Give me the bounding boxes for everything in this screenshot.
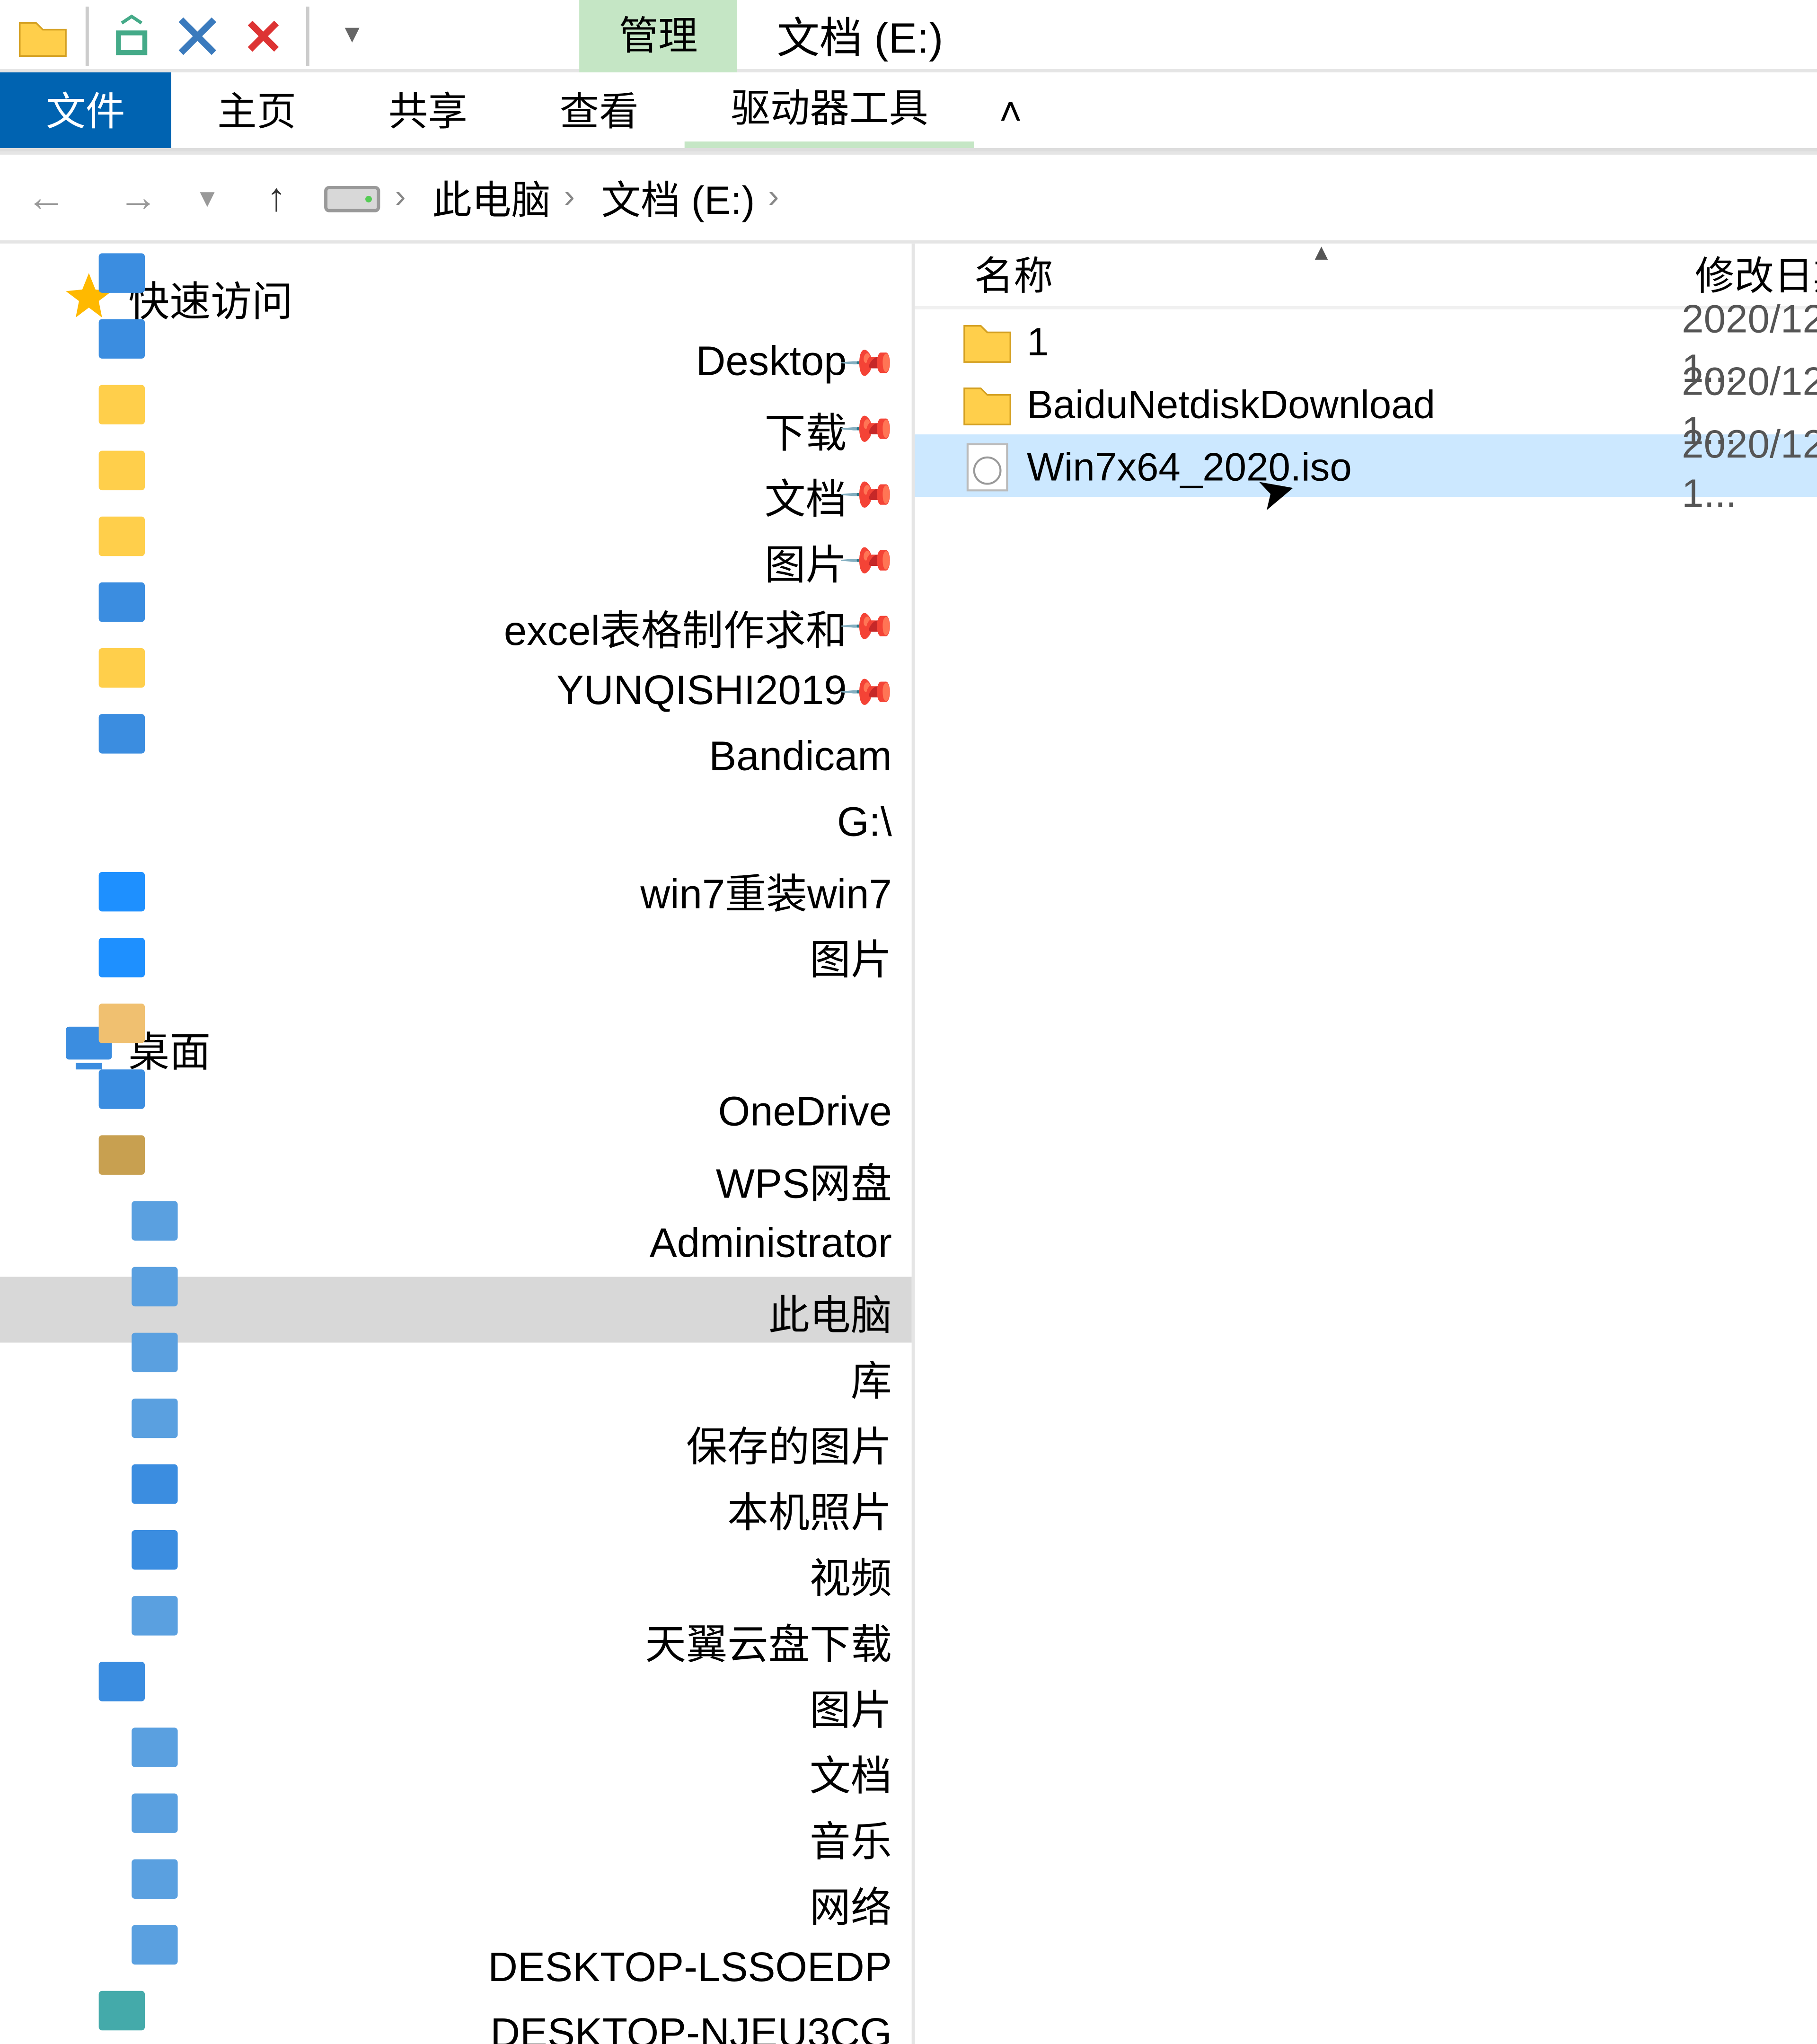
title-bar: ▾ 管理 文档 (E:) — ▢ ✕ [0,0,1817,72]
drive-icon [323,171,382,224]
app-icon [13,5,72,64]
navigation-pane[interactable]: 快速访问 Desktop📌下载📌文档📌图片📌excel表格制作求和📌YUNQIS… [0,244,915,2044]
tab-view[interactable]: 查看 [513,72,685,148]
crumb-drive[interactable]: 文档 (E:) [582,155,768,240]
address-bar: ← → ▾ ↑ › 此电脑 › 文档 (E:) › ˅ ↻ 搜索"文档 (E:)… [0,151,1817,244]
pin-icon: 📌 [838,331,900,393]
tab-file[interactable]: 文件 [0,72,171,148]
breadcrumb[interactable]: › 此电脑 › 文档 (E:) › [323,155,1817,240]
qat-properties-icon[interactable] [102,5,161,64]
history-dropdown[interactable]: ▾ [184,153,230,242]
folder-icon [961,314,1014,367]
col-date[interactable]: 修改日期 [1682,244,1817,306]
chevron-right-icon[interactable]: › [768,179,785,216]
collapse-ribbon-icon[interactable]: ˄ [974,72,1047,148]
chevron-right-icon[interactable]: › [564,179,582,216]
pin-icon: 📌 [838,463,900,525]
pin-icon: 📌 [838,660,900,722]
qat-dropdown-icon[interactable]: ▾ [323,5,382,64]
up-button[interactable]: ↑ [230,153,323,242]
forward-button[interactable]: → [92,153,185,242]
pin-icon: 📌 [838,594,900,656]
tab-home[interactable]: 主页 [171,72,343,148]
window-title: 文档 (E:) [777,3,944,66]
col-name[interactable]: ▴ 名称 [961,244,1682,306]
column-headers[interactable]: ▴ 名称 修改日期 类型 大小 [915,244,1817,309]
pin-icon: 📌 [838,397,900,459]
contextual-tab-label[interactable]: 管理 [579,0,737,71]
tab-share[interactable]: 共享 [343,72,514,148]
file-row[interactable]: Win7x64_2020.iso2020/12/25, 星期五 1...光盘映像… [915,434,1817,497]
qat-delete-icon[interactable] [234,5,293,64]
chevron-right-icon[interactable]: › [395,179,413,216]
item-icon [96,1984,714,2044]
sort-asc-icon: ▴ [1315,237,1328,267]
file-list-area: ▴ 名称 修改日期 类型 大小 12020/12/15, 星期二 1...文件夹… [915,244,1817,2044]
file-rows[interactable]: 12020/12/15, 星期二 1...文件夹BaiduNetdiskDown… [915,309,1817,2044]
tab-drive-tools[interactable]: 驱动器工具 [685,72,974,148]
pin-icon: 📌 [838,529,900,590]
back-button[interactable]: ← [0,153,92,242]
folder-icon [961,377,1014,429]
qat-clip-icon[interactable] [168,5,227,64]
ribbon: 文件 主页 共享 查看 驱动器工具 ˄ ? [0,72,1817,151]
iso-icon [961,440,1014,492]
crumb-this-pc[interactable]: 此电脑 [413,155,564,240]
